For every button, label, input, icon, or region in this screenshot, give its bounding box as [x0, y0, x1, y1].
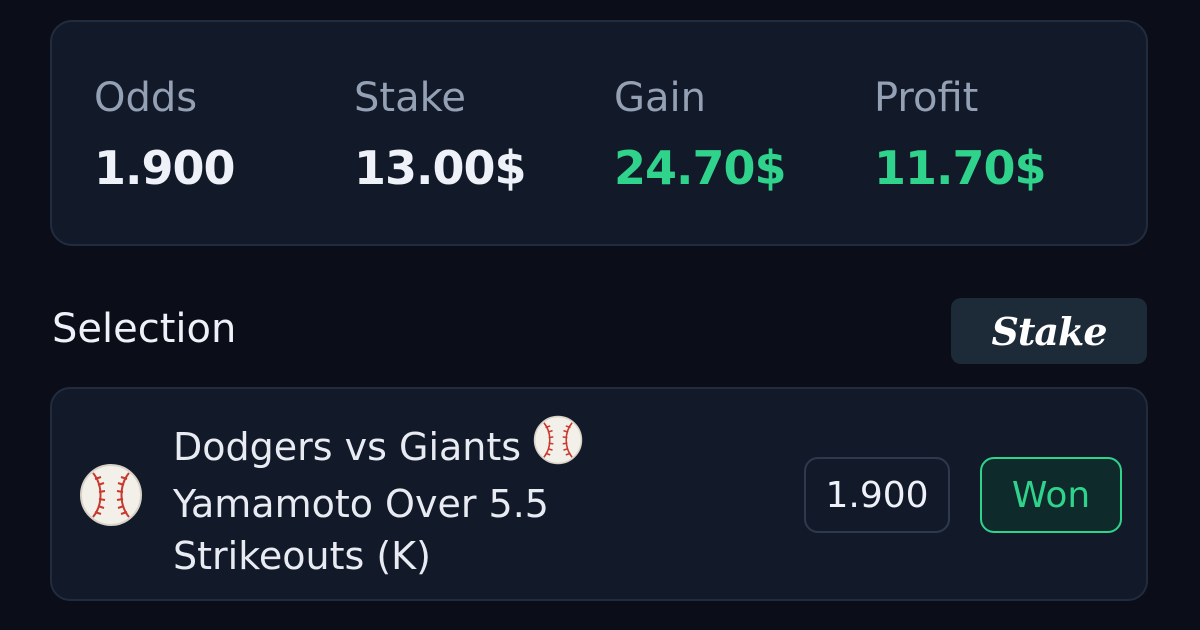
selection-match: Dodgers vs Giants — [173, 424, 522, 469]
odds-value: 1.900 — [94, 141, 236, 195]
odds-stat: Odds 1.900 — [94, 75, 236, 195]
profit-value: 11.70$ — [874, 141, 1047, 195]
gain-value: 24.70$ — [614, 141, 787, 195]
profit-stat: Profit 11.70$ — [874, 75, 1047, 195]
selection-card[interactable]: Dodgers vs Giants Yamamoto Over 5.5 Stri… — [50, 387, 1148, 601]
stake-stat: Stake 13.00$ — [354, 75, 527, 195]
stake-label: Stake — [354, 75, 466, 121]
odds-label: Odds — [94, 75, 198, 121]
stake-logo: Stake — [991, 308, 1107, 354]
status-badge: Won — [980, 457, 1122, 533]
stake-brand-badge[interactable]: Stake — [951, 298, 1147, 364]
baseball-icon — [533, 415, 583, 478]
gain-stat: Gain 24.70$ — [614, 75, 787, 195]
selection-description: Dodgers vs Giants Yamamoto Over 5.5 Stri… — [173, 415, 583, 582]
bet-summary-card: Odds 1.900 Stake 13.00$ Gain 24.70$ Prof… — [50, 20, 1148, 246]
gain-label: Gain — [614, 75, 706, 121]
selection-market-detail: Strikeouts (K) — [173, 534, 431, 578]
selection-match-line: Dodgers vs Giants — [173, 415, 583, 478]
profit-label: Profit — [874, 75, 979, 121]
selection-heading: Selection — [52, 306, 237, 352]
selection-odds-badge: 1.900 — [804, 457, 950, 533]
baseball-icon — [79, 463, 143, 531]
selection-market: Yamamoto Over 5.5 — [173, 482, 549, 526]
stake-value: 13.00$ — [354, 141, 527, 195]
